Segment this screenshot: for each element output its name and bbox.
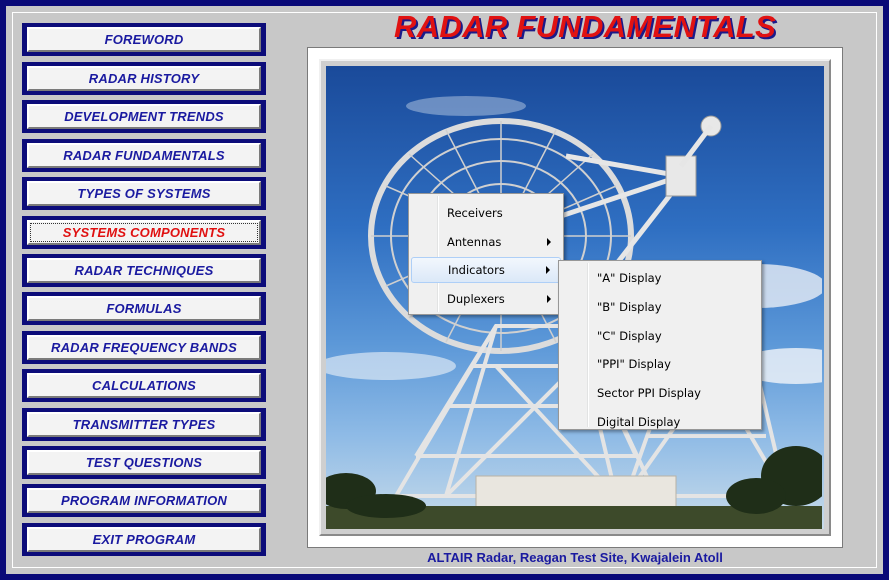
submenu-item-label: "B" Display bbox=[597, 300, 662, 314]
submenu-item-label: "PPI" Display bbox=[597, 357, 671, 371]
nav-types-of-systems-button[interactable]: TYPES OF SYSTEMS bbox=[22, 177, 266, 210]
nav-label: FORMULAS bbox=[106, 301, 182, 316]
nav-label: CALCULATIONS bbox=[92, 378, 196, 393]
photo-bevel: Receivers Antennas Indicators Duplexers … bbox=[319, 59, 831, 536]
nav-formulas-button[interactable]: FORMULAS bbox=[22, 292, 266, 325]
submenu-item-a-display[interactable]: "A" Display bbox=[561, 265, 759, 291]
nav-label: RADAR FUNDAMENTALS bbox=[63, 148, 225, 163]
indicators-submenu: "A" Display "B" Display "C" Display "PPI… bbox=[558, 260, 762, 430]
nav-label: RADAR HISTORY bbox=[88, 71, 200, 86]
nav-program-information-button[interactable]: PROGRAM INFORMATION bbox=[22, 484, 266, 517]
submenu-item-digital-display[interactable]: Digital Display bbox=[561, 409, 759, 435]
nav-radar-history-button[interactable]: RADAR HISTORY bbox=[22, 62, 266, 95]
nav-radar-frequency-bands-button[interactable]: RADAR FREQUENCY BANDS bbox=[22, 331, 266, 364]
nav-label: FOREWORD bbox=[104, 32, 184, 47]
nav-systems-components-button[interactable]: SYSTEMS COMPONENTS bbox=[22, 216, 266, 249]
context-menu: Receivers Antennas Indicators Duplexers bbox=[408, 193, 564, 315]
nav-label: EXIT PROGRAM bbox=[92, 532, 196, 547]
photo-caption: ALTAIR Radar, Reagan Test Site, Kwajalei… bbox=[427, 550, 723, 565]
submenu-item-sector-ppi-display[interactable]: Sector PPI Display bbox=[561, 380, 759, 406]
photo-panel: Receivers Antennas Indicators Duplexers … bbox=[307, 47, 843, 548]
menu-item-antennas[interactable]: Antennas bbox=[411, 229, 561, 255]
nav-radar-techniques-button[interactable]: RADAR TECHNIQUES bbox=[22, 254, 266, 287]
radar-photo: Receivers Antennas Indicators Duplexers … bbox=[326, 66, 824, 529]
nav-label: TRANSMITTER TYPES bbox=[72, 417, 216, 432]
nav-calculations-button[interactable]: CALCULATIONS bbox=[22, 369, 266, 402]
nav-foreword-button[interactable]: FOREWORD bbox=[22, 23, 266, 56]
menu-item-receivers[interactable]: Receivers bbox=[411, 200, 561, 226]
nav-label: RADAR TECHNIQUES bbox=[74, 263, 214, 278]
nav-label-active: SYSTEMS COMPONENTS bbox=[62, 225, 226, 240]
submenu-item-label: "C" Display bbox=[597, 329, 662, 343]
nav-development-trends-button[interactable]: DEVELOPMENT TRENDS bbox=[22, 100, 266, 133]
submenu-item-ppi-display[interactable]: "PPI" Display bbox=[561, 351, 759, 377]
submenu-item-label: Sector PPI Display bbox=[597, 386, 701, 400]
nav-label: DEVELOPMENT TRENDS bbox=[64, 109, 224, 124]
menu-item-label: Duplexers bbox=[447, 292, 505, 306]
menu-item-label: Receivers bbox=[447, 206, 503, 220]
nav-exit-program-button[interactable]: EXIT PROGRAM bbox=[22, 523, 266, 556]
submenu-arrow-icon bbox=[547, 238, 551, 246]
nav-transmitter-types-button[interactable]: TRANSMITTER TYPES bbox=[22, 408, 266, 441]
submenu-item-label: "A" Display bbox=[597, 271, 662, 285]
nav-label: PROGRAM INFORMATION bbox=[60, 493, 228, 508]
nav-label: RADAR FREQUENCY BANDS bbox=[51, 340, 237, 355]
submenu-arrow-icon bbox=[547, 295, 551, 303]
nav-test-questions-button[interactable]: TEST QUESTIONS bbox=[22, 446, 266, 479]
submenu-item-b-display[interactable]: "B" Display bbox=[561, 294, 759, 320]
menu-item-duplexers[interactable]: Duplexers bbox=[411, 286, 561, 312]
page-title: RADAR FUNDAMENTALS bbox=[394, 9, 776, 44]
nav-label: TEST QUESTIONS bbox=[85, 455, 203, 470]
submenu-arrow-icon bbox=[546, 266, 550, 274]
menu-item-indicators[interactable]: Indicators bbox=[411, 257, 561, 283]
menu-item-label: Antennas bbox=[447, 235, 502, 249]
nav-label: TYPES OF SYSTEMS bbox=[77, 186, 211, 201]
nav-radar-fundamentals-button[interactable]: RADAR FUNDAMENTALS bbox=[22, 139, 266, 172]
menu-item-label: Indicators bbox=[448, 263, 505, 277]
submenu-item-c-display[interactable]: "C" Display bbox=[561, 323, 759, 349]
submenu-item-label: Digital Display bbox=[597, 415, 681, 429]
